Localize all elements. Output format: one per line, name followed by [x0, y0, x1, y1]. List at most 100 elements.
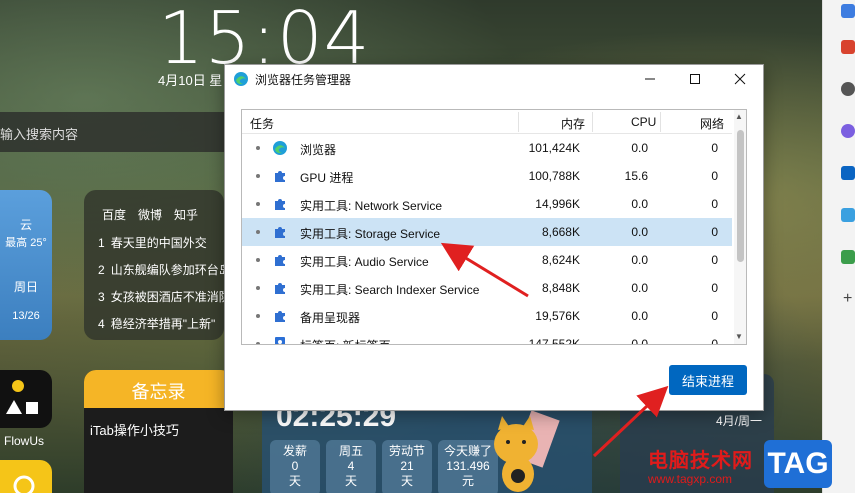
task-memory: 14,996K [535, 197, 580, 211]
weather-widget[interactable]: 云 最高 25° 周日 13/26 [0, 190, 52, 340]
toolbox-icon[interactable] [841, 40, 855, 54]
row-bullet [256, 286, 260, 290]
task-memory: 8,624K [541, 253, 580, 267]
task-network: 0 [711, 225, 718, 239]
minimize-button[interactable] [627, 65, 673, 93]
countdown-cell: 劳动节 21 天 [382, 440, 432, 493]
hot-item[interactable]: 4 稳经济举措再"上新" [98, 315, 228, 342]
hot-item[interactable]: 1 春天里的中国外交 [98, 234, 228, 261]
scroll-down-icon[interactable]: ▼ [735, 332, 743, 341]
task-network: 0 [711, 141, 718, 155]
flowus-app-tile[interactable] [0, 370, 52, 428]
sun-app-tile[interactable] [0, 460, 52, 493]
row-bullet [256, 314, 260, 318]
close-button[interactable] [717, 65, 763, 93]
tab-baidu[interactable]: 百度 [102, 206, 126, 223]
task-network: 0 [711, 281, 718, 295]
diamond-icon[interactable] [841, 4, 855, 18]
puzzle-icon [275, 255, 285, 266]
flowus-logo-icon [6, 380, 38, 414]
title-bar[interactable]: 浏览器任务管理器 [225, 65, 763, 93]
task-cpu: 0.0 [631, 197, 648, 211]
watermark-tag: TAG [764, 440, 832, 488]
task-cpu: 15.6 [624, 169, 648, 183]
maximize-button[interactable] [672, 65, 718, 93]
task-network: 0 [711, 309, 718, 323]
puzzle-icon [275, 283, 285, 294]
task-name: 实用工具: Search Indexer Service [300, 283, 480, 297]
watermark: 电脑技术网 www.tagxp.com TAG [628, 440, 855, 493]
column-task[interactable]: 任务 [250, 115, 274, 132]
task-name: 备用呈现器 [300, 311, 361, 325]
task-memory: 8,668K [541, 225, 580, 239]
table-header: 任务 内存 CPU 网络 [242, 110, 732, 134]
task-cpu: 0.0 [631, 141, 648, 155]
memo-item[interactable]: iTab操作小技巧 [84, 408, 233, 439]
outlook-icon[interactable] [841, 166, 855, 180]
weather-day-label: 周日 [13, 280, 38, 294]
scroll-up-icon[interactable]: ▲ [735, 112, 743, 121]
edge-icon [273, 141, 287, 155]
hot-search-widget[interactable]: 百度 微博 知乎 1 春天里的中国外交 2 山东舰编队参加环台岛 3 女孩被困酒店不准… [84, 190, 228, 340]
close-icon [734, 73, 746, 85]
task-network: 0 [711, 337, 718, 345]
page-icon [275, 337, 285, 344]
hot-item[interactable]: 3 女孩被困酒店不准消防 [98, 288, 228, 315]
search-input[interactable]: 输入搜索内容 [0, 112, 224, 152]
memo-widget[interactable]: 备忘录 iTab操作小技巧 [84, 370, 233, 493]
task-name: 实用工具: Network Service [300, 199, 443, 213]
task-memory: 19,576K [535, 309, 580, 323]
table-row[interactable]: 标签页: 新标签页 147,552K 0.0 0 [242, 330, 732, 345]
table-row[interactable]: GPU 进程 100,788K 15.6 0 [242, 162, 732, 190]
table-row[interactable]: 实用工具: Audio Service 8,624K 0.0 0 [242, 246, 732, 274]
task-memory: 147,552K [528, 337, 580, 345]
row-bullet [256, 342, 260, 344]
flowus-label: FlowUs [4, 434, 45, 448]
vertical-scrollbar[interactable]: ▲ ▼ [734, 110, 746, 344]
puzzle-icon [275, 199, 285, 210]
task-name: 浏览器 [300, 143, 337, 157]
table-row[interactable]: 备用呈现器 19,576K 0.0 0 [242, 302, 732, 330]
puzzle-icon [275, 311, 285, 322]
task-manager-window: 浏览器任务管理器 任务 内存 CPU 网络 浏览器 101,424K 0.0 0 GPU… [224, 64, 764, 411]
task-table: 任务 内存 CPU 网络 浏览器 101,424K 0.0 0 GPU 进程 100,78… [241, 109, 747, 345]
puzzle-icon [275, 171, 285, 182]
scroll-thumb[interactable] [737, 130, 744, 262]
search-placeholder: 输入搜索内容 [0, 127, 79, 142]
column-memory[interactable]: 内存 [561, 115, 585, 132]
add-icon[interactable]: + [843, 290, 852, 308]
puzzle-icon [275, 227, 285, 238]
row-bullet [256, 258, 260, 262]
tree-icon[interactable] [841, 250, 855, 264]
column-cpu[interactable]: CPU [631, 115, 656, 129]
task-memory: 101,424K [528, 141, 580, 155]
table-row[interactable]: 实用工具: Network Service 14,996K 0.0 0 [242, 190, 732, 218]
copilot-icon[interactable] [841, 124, 855, 138]
countdown-cell: 发薪 0 天 [270, 440, 320, 493]
minimize-icon [645, 78, 655, 80]
task-cpu: 0.0 [631, 309, 648, 323]
sun-icon [13, 475, 35, 493]
edge-icon [234, 72, 248, 86]
task-memory: 8,848K [541, 281, 580, 295]
table-row[interactable]: 浏览器 101,424K 0.0 0 [242, 134, 732, 162]
task-network: 0 [711, 169, 718, 183]
countdown-cell: 周五 4 天 [326, 440, 376, 493]
row-bullet [256, 174, 260, 178]
row-bullet [256, 146, 260, 150]
tab-zhihu[interactable]: 知乎 [174, 206, 198, 223]
end-process-button[interactable]: 结束进程 [669, 365, 747, 395]
table-row[interactable]: 实用工具: Storage Service 8,668K 0.0 0 [242, 218, 732, 246]
weather-date-temp: 13/26 [12, 310, 40, 322]
hot-item[interactable]: 2 山东舰编队参加环台岛 [98, 261, 228, 288]
task-name: 标签页: 新标签页 [300, 337, 391, 344]
send-icon[interactable] [841, 208, 855, 222]
task-name: 实用工具: Audio Service [300, 255, 429, 269]
tab-weibo[interactable]: 微博 [138, 206, 162, 223]
memo-title: 备忘录 [84, 370, 233, 408]
table-row[interactable]: 实用工具: Search Indexer Service 8,848K 0.0 0 [242, 274, 732, 302]
column-network[interactable]: 网络 [700, 115, 724, 132]
task-memory: 100,788K [528, 169, 580, 183]
user-icon[interactable] [841, 82, 855, 96]
maximize-icon [690, 74, 700, 84]
